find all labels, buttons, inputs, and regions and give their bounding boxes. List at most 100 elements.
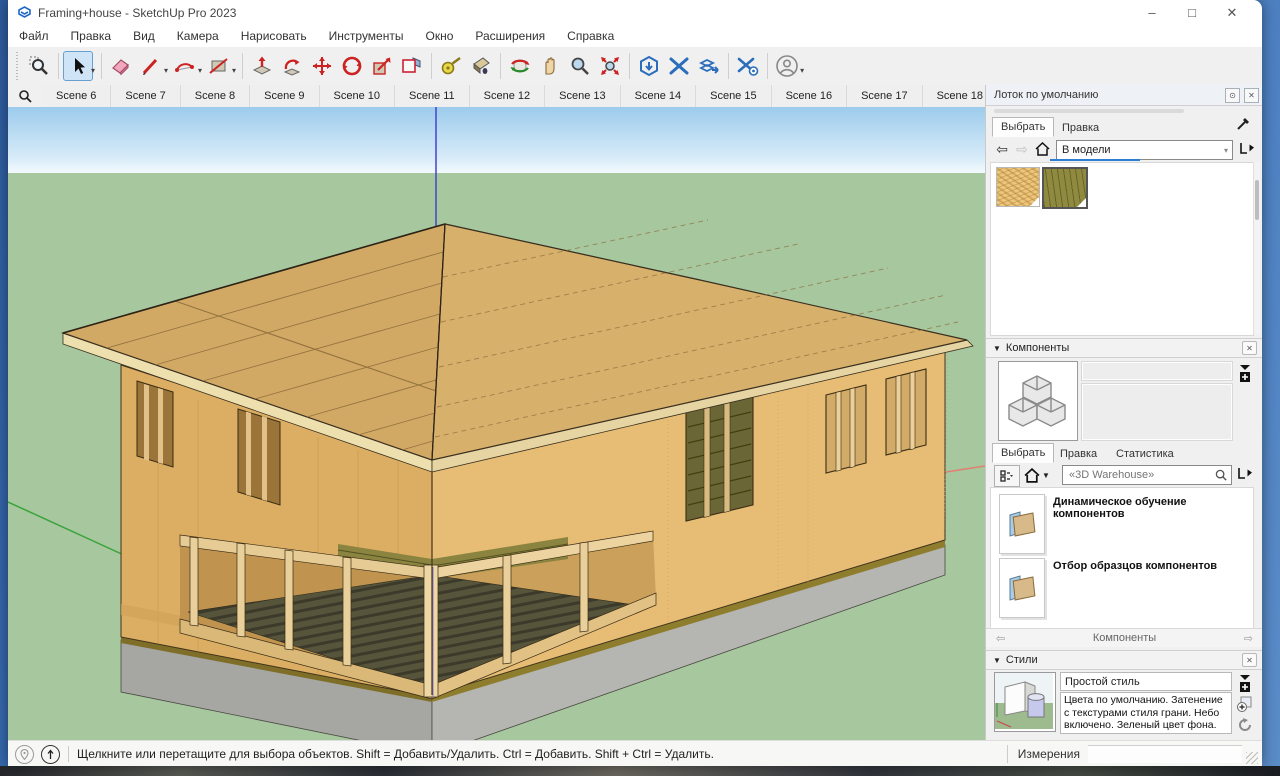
refresh-style-icon[interactable]: [1237, 717, 1253, 736]
scene-tab[interactable]: Scene 8: [181, 85, 250, 107]
material-swatch-osb[interactable]: [996, 167, 1040, 207]
paint-bucket-icon[interactable]: [466, 51, 496, 81]
scene-tab[interactable]: Scene 15: [696, 85, 771, 107]
scene-tab[interactable]: Scene 12: [470, 85, 545, 107]
zoom-extents-icon[interactable]: [595, 51, 625, 81]
collapse-triangle-icon[interactable]: ▼: [993, 344, 1001, 353]
menu-window[interactable]: Окно: [414, 25, 464, 47]
components-section-header[interactable]: ▼ Компоненты ✕: [986, 338, 1262, 358]
menu-extensions[interactable]: Расширения: [464, 25, 556, 47]
push-pull-icon[interactable]: [247, 51, 277, 81]
pencil-dropdown-icon[interactable]: ▾: [164, 66, 168, 75]
scale-tool-icon[interactable]: [367, 51, 397, 81]
toolbar-drag-handle[interactable]: [14, 52, 20, 80]
components-tab-statistics[interactable]: Статистика: [1108, 445, 1182, 463]
select-tool-dropdown-icon[interactable]: ▾: [91, 66, 95, 75]
components-search-box[interactable]: [1062, 465, 1232, 485]
menu-view[interactable]: Вид: [122, 25, 166, 47]
back-arrow-icon[interactable]: ⇦: [992, 140, 1012, 158]
scene-tab[interactable]: Scene 13: [545, 85, 620, 107]
zoom-tool-icon[interactable]: [565, 51, 595, 81]
account-icon[interactable]: [772, 51, 802, 81]
materials-tab-select[interactable]: Выбрать: [992, 117, 1054, 137]
account-dropdown-icon[interactable]: ▾: [800, 66, 804, 75]
collapse-triangle-icon[interactable]: ▼: [993, 656, 1001, 665]
pan-tool-icon[interactable]: [535, 51, 565, 81]
menu-tools[interactable]: Инструменты: [318, 25, 415, 47]
arc-tool-icon[interactable]: [170, 51, 200, 81]
scene-tab[interactable]: Scene 10: [320, 85, 395, 107]
material-swatch-olive-wood[interactable]: [1042, 167, 1088, 209]
3d-warehouse-icon[interactable]: [634, 51, 664, 81]
scene-search-icon[interactable]: [8, 85, 42, 107]
tray-scroll-strip[interactable]: [994, 109, 1184, 113]
menu-draw[interactable]: Нарисовать: [230, 25, 318, 47]
component-list-item[interactable]: Динамическое обучение компонентов: [999, 494, 1253, 554]
close-button[interactable]: ✕: [1212, 0, 1252, 25]
forward-arrow-icon[interactable]: ⇨: [1012, 140, 1032, 158]
menu-edit[interactable]: Правка: [60, 25, 123, 47]
materials-collection-dropdown[interactable]: В модели ▾: [1056, 140, 1233, 160]
scene-tab[interactable]: Scene 16: [772, 85, 847, 107]
search-icon[interactable]: [1215, 469, 1228, 482]
move-tool-icon[interactable]: [307, 51, 337, 81]
styles-close-icon[interactable]: ✕: [1242, 653, 1257, 667]
rotate-tool-icon[interactable]: [337, 51, 367, 81]
components-tab-select[interactable]: Выбрать: [992, 443, 1054, 463]
select-tool-icon[interactable]: [63, 51, 93, 81]
footer-back-icon[interactable]: ⇦: [996, 632, 1005, 645]
style-name-field[interactable]: Простой стиль: [1060, 672, 1232, 691]
styles-secondary-pane-icon[interactable]: [1238, 673, 1252, 696]
component-name-field[interactable]: [1082, 362, 1232, 380]
scene-tab[interactable]: Scene 11: [395, 85, 470, 107]
scene-tab[interactable]: Scene 9: [250, 85, 319, 107]
extension-manager-icon[interactable]: [733, 51, 763, 81]
style-description-field[interactable]: Цвета по умолчанию. Затенение с текстура…: [1060, 692, 1232, 734]
eraser-icon[interactable]: [106, 51, 136, 81]
scene-tab[interactable]: Scene 17: [847, 85, 922, 107]
minimize-button[interactable]: –: [1132, 0, 1172, 25]
home-icon[interactable]: [1032, 140, 1052, 158]
menu-file[interactable]: Файл: [8, 25, 60, 47]
components-close-icon[interactable]: ✕: [1242, 341, 1257, 355]
extension-warehouse-icon[interactable]: [664, 51, 694, 81]
resize-grip[interactable]: [1246, 752, 1258, 764]
styles-section-header[interactable]: ▼ Стили ✕: [986, 650, 1262, 670]
secondary-pane-icon[interactable]: [1238, 363, 1252, 386]
tape-measure-icon[interactable]: [436, 51, 466, 81]
materials-scrollbar[interactable]: [1253, 162, 1260, 334]
menu-help[interactable]: Справка: [556, 25, 625, 47]
arc-dropdown-icon[interactable]: ▾: [198, 66, 202, 75]
view-options-icon[interactable]: [994, 465, 1020, 487]
sample-paint-icon[interactable]: [1238, 139, 1256, 160]
components-tab-edit[interactable]: Правка: [1052, 445, 1105, 463]
new-style-icon[interactable]: [1236, 696, 1253, 715]
section-plane-icon[interactable]: [397, 51, 427, 81]
geolocation-icon[interactable]: [15, 745, 34, 764]
tray-pin-icon[interactable]: ⊙: [1225, 88, 1240, 103]
component-item-label[interactable]: Динамическое обучение компонентов: [1053, 496, 1253, 554]
share-model-icon[interactable]: [694, 51, 724, 81]
orbit-tool-icon[interactable]: [505, 51, 535, 81]
rectangle-dropdown-icon[interactable]: ▾: [232, 66, 236, 75]
footer-forward-icon[interactable]: ⇨: [1244, 632, 1253, 645]
materials-tab-edit[interactable]: Правка: [1054, 119, 1107, 137]
scene-tab[interactable]: Scene 14: [621, 85, 696, 107]
follow-me-icon[interactable]: [277, 51, 307, 81]
zoom-window-icon[interactable]: [24, 51, 54, 81]
model-viewport[interactable]: [8, 107, 985, 740]
pencil-line-icon[interactable]: [136, 51, 166, 81]
component-description-field[interactable]: [1082, 384, 1232, 440]
components-home-nav[interactable]: ▼: [1024, 465, 1058, 485]
tray-close-icon[interactable]: ✕: [1244, 88, 1259, 103]
components-sample-icon[interactable]: [1236, 464, 1254, 485]
components-search-input[interactable]: [1067, 468, 1215, 482]
menu-camera[interactable]: Камера: [166, 25, 230, 47]
component-list-item[interactable]: Отбор образцов компонентов: [999, 558, 1253, 618]
component-item-label[interactable]: Отбор образцов компонентов: [1053, 560, 1253, 618]
credit-attribution-icon[interactable]: [41, 745, 60, 764]
scene-tab[interactable]: Scene 6: [42, 85, 111, 107]
eyedropper-icon[interactable]: [1236, 115, 1252, 134]
measurements-input[interactable]: [1088, 745, 1242, 763]
maximize-button[interactable]: □: [1172, 0, 1212, 25]
